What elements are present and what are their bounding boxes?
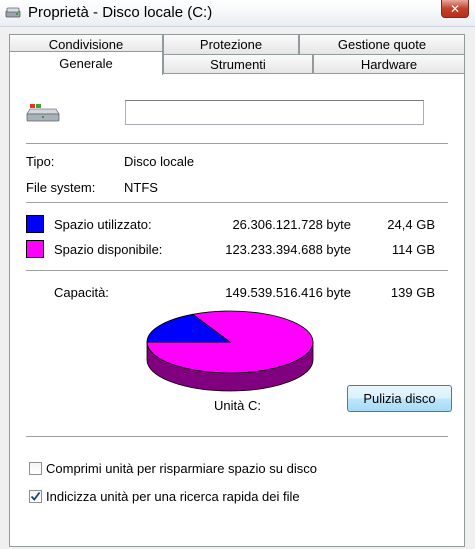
checkmark-icon: [30, 491, 41, 501]
free-space-label: Spazio disponibile:: [54, 242, 163, 257]
close-icon: ✕: [449, 1, 461, 16]
free-space-bytes: 123.233.394.688 byte: [225, 242, 351, 257]
close-button[interactable]: ✕: [441, 0, 469, 18]
used-space-size: 24,4 GB: [387, 217, 435, 232]
index-drive-checkbox[interactable]: [29, 490, 42, 503]
separator: [26, 143, 448, 144]
tab-strumenti[interactable]: Strumenti: [163, 54, 313, 74]
capacity-label: Capacità:: [54, 285, 109, 300]
drive-icon: [26, 104, 60, 122]
compress-drive-checkbox[interactable]: [29, 462, 42, 475]
capacity-bytes: 149.539.516.416 byte: [225, 285, 351, 300]
drive-icon: [5, 7, 21, 18]
tab-gestione-quote[interactable]: Gestione quote: [299, 34, 465, 54]
used-space-swatch: [26, 215, 44, 233]
tab-hardware[interactable]: Hardware: [313, 54, 465, 74]
title-bar: Proprietà - Disco locale (C:) ✕: [0, 0, 475, 27]
free-space-swatch: [26, 240, 44, 258]
compress-drive-label: Comprimi unità per risparmiare spazio su…: [46, 461, 317, 476]
filesystem-value: NTFS: [124, 180, 158, 195]
disk-usage-pie-chart: [146, 310, 314, 392]
tab-protezione[interactable]: Protezione: [163, 34, 299, 54]
type-value: Disco locale: [124, 154, 195, 169]
separator: [26, 436, 448, 437]
used-space-label: Spazio utilizzato:: [54, 217, 152, 232]
tab-generale[interactable]: Generale: [9, 51, 163, 75]
used-space-bytes: 26.306.121.728 byte: [232, 217, 351, 232]
volume-name-input[interactable]: [125, 100, 424, 125]
drive-letter-label: Unità C:: [214, 398, 261, 413]
capacity-size: 139 GB: [390, 285, 435, 300]
filesystem-label: File system:: [26, 180, 96, 195]
type-label: Tipo:: [26, 154, 55, 169]
disk-cleanup-button[interactable]: Pulizia disco: [347, 385, 452, 412]
window-title: Proprietà - Disco locale (C:): [28, 4, 213, 21]
properties-window: Proprietà - Disco locale (C:) ✕ Condivis…: [0, 0, 475, 549]
index-drive-label: Indicizza unità per una ricerca rapida d…: [46, 489, 300, 504]
free-space-size: 114 GB: [391, 242, 435, 257]
separator: [26, 202, 448, 203]
separator: [26, 270, 448, 271]
general-panel: Tipo: Disco locale File system: NTFS Spa…: [9, 73, 465, 547]
